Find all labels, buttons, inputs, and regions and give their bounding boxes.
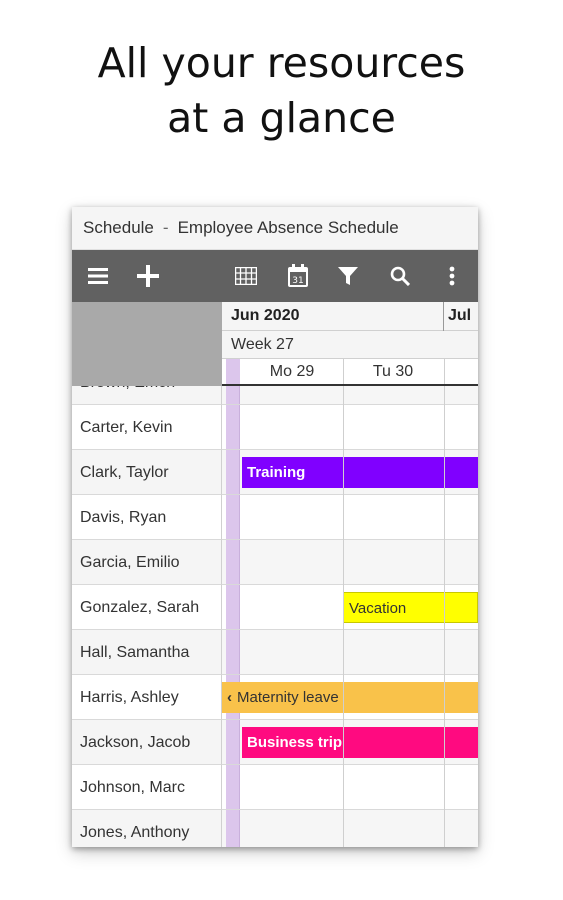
row-cells[interactable]: Vacation: [222, 585, 478, 630]
row-cells[interactable]: ‹ Maternity leave: [222, 675, 478, 720]
today-stripe: [226, 630, 240, 674]
resource-name[interactable]: Johnson, Marc: [72, 765, 222, 810]
event-label: Maternity leave: [237, 689, 339, 706]
app-title: Schedule: [83, 218, 154, 237]
app-screen: Schedule - Employee Absence Schedule 31 …: [72, 207, 478, 847]
month-header: Jun 2020 Jul 2: [222, 302, 478, 352]
day-divider: [444, 359, 445, 384]
row-cells[interactable]: [222, 386, 478, 405]
row-cells[interactable]: Business trip: [222, 720, 478, 765]
resource-name[interactable]: Clark, Taylor: [72, 450, 222, 495]
resource-name[interactable]: Garcia, Emilio: [72, 540, 222, 585]
grid-line: [444, 386, 445, 847]
header-corner: [72, 302, 222, 386]
calendar-today-icon[interactable]: 31: [280, 250, 316, 302]
search-icon[interactable]: [382, 250, 418, 302]
grid-line: [343, 386, 344, 847]
resource-name[interactable]: Jackson, Jacob: [72, 720, 222, 765]
headline: All your resources at a glance: [0, 36, 563, 146]
day-header: Mo 29 Tu 30: [222, 359, 478, 386]
today-stripe: [226, 765, 240, 809]
today-stripe: [226, 720, 240, 764]
row-cells[interactable]: [222, 405, 478, 450]
chevron-left-icon: ‹: [227, 689, 232, 706]
row-cells[interactable]: Training: [222, 450, 478, 495]
row-cells[interactable]: [222, 495, 478, 540]
day-label[interactable]: Mo 29: [242, 359, 342, 385]
today-stripe: [226, 810, 240, 847]
view-title: Employee Absence Schedule: [177, 218, 399, 237]
menu-icon[interactable]: [80, 250, 116, 302]
event-vacation[interactable]: Vacation: [343, 592, 478, 623]
more-vert-icon[interactable]: [434, 250, 470, 302]
month-label: Jun 2020: [231, 307, 300, 324]
title-separator: -: [162, 218, 169, 237]
today-stripe: [226, 450, 240, 494]
toolbar: 31: [72, 250, 478, 302]
row-cells[interactable]: [222, 630, 478, 675]
row-cells[interactable]: [222, 765, 478, 810]
resource-name[interactable]: Brown, Emch: [72, 386, 222, 405]
resource-row[interactable]: Garcia, Emilio: [72, 540, 478, 585]
resource-row[interactable]: Brown, Emch: [72, 386, 478, 405]
resource-name[interactable]: Hall, Samantha: [72, 630, 222, 675]
event-maternity-leave[interactable]: ‹ Maternity leave: [222, 682, 478, 713]
event-training[interactable]: Training: [242, 457, 478, 488]
resource-name[interactable]: Gonzalez, Sarah: [72, 585, 222, 630]
month-divider: [443, 302, 444, 331]
resource-row[interactable]: Carter, Kevin: [72, 405, 478, 450]
add-icon[interactable]: [130, 250, 166, 302]
row-cells[interactable]: [222, 810, 478, 847]
row-cells[interactable]: [222, 540, 478, 585]
headline-line-1: All your resources: [97, 39, 466, 87]
today-stripe: [226, 405, 240, 449]
resource-name[interactable]: Jones, Anthony: [72, 810, 222, 847]
event-business-trip[interactable]: Business trip: [242, 727, 478, 758]
today-stripe-header: [226, 359, 240, 384]
resource-row[interactable]: Jones, Anthony: [72, 810, 478, 847]
week-header: Week 27: [222, 331, 478, 359]
resource-name[interactable]: Davis, Ryan: [72, 495, 222, 540]
resource-row[interactable]: Jackson, Jacob Business trip: [72, 720, 478, 765]
today-stripe: [226, 585, 240, 629]
headline-line-2: at a glance: [167, 94, 396, 142]
resource-row[interactable]: Davis, Ryan: [72, 495, 478, 540]
resource-row[interactable]: Clark, Taylor Training: [72, 450, 478, 495]
resource-name[interactable]: Harris, Ashley: [72, 675, 222, 720]
calendar-day-number: 31: [292, 276, 303, 286]
header-divider: [222, 384, 478, 386]
filter-icon[interactable]: [330, 250, 366, 302]
resource-row[interactable]: Gonzalez, Sarah Vacation: [72, 585, 478, 630]
resource-rows: Brown, Emch Carter, Kevin Clark, Taylor …: [72, 386, 478, 847]
grid-view-icon[interactable]: [228, 250, 264, 302]
resource-row[interactable]: Hall, Samantha: [72, 630, 478, 675]
resource-name[interactable]: Carter, Kevin: [72, 405, 222, 450]
today-stripe: [226, 540, 240, 584]
day-divider: [343, 359, 344, 384]
resource-row[interactable]: Johnson, Marc: [72, 765, 478, 810]
today-stripe: [226, 495, 240, 539]
title-bar: Schedule - Employee Absence Schedule: [72, 207, 478, 250]
week-label: Week 27: [231, 336, 294, 353]
resource-row[interactable]: Harris, Ashley ‹ Maternity leave: [72, 675, 478, 720]
today-stripe: [226, 386, 240, 404]
day-label[interactable]: Tu 30: [343, 359, 443, 385]
